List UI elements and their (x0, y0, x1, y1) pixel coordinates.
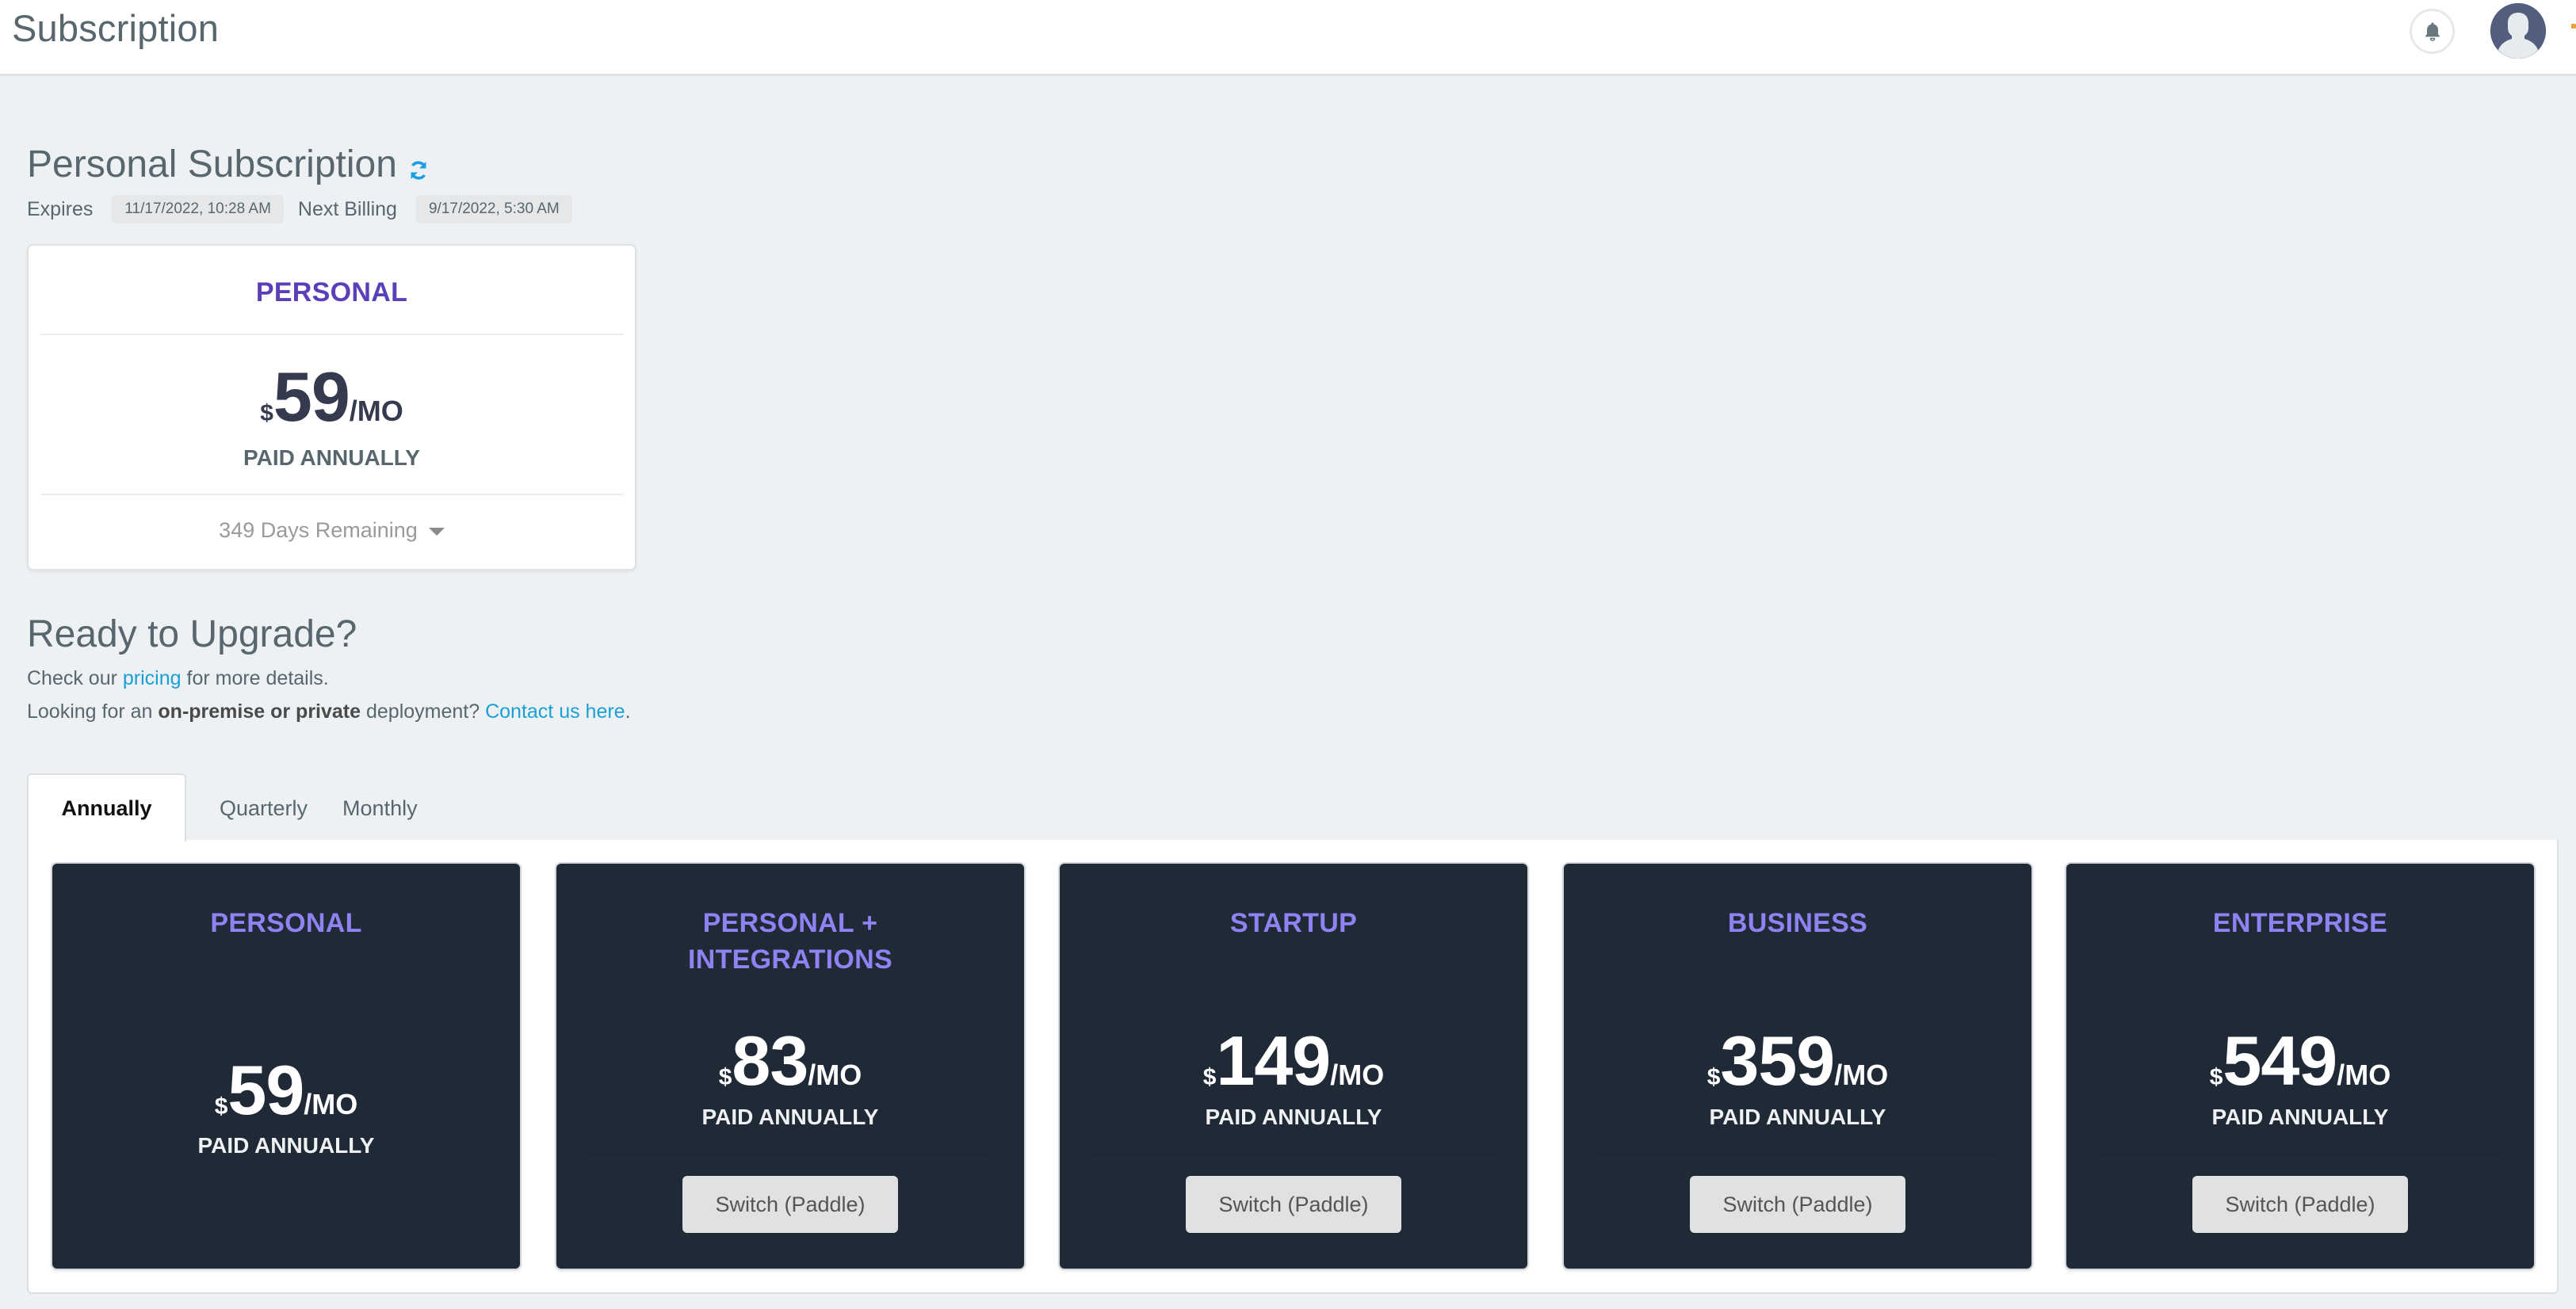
price-amount: 359 (1720, 1021, 1835, 1100)
plan-price: $59/MO (52, 1050, 520, 1131)
price-period-unit: /MO (1330, 1059, 1385, 1091)
plan-name: ENTERPRISE (2212, 908, 2388, 938)
plan-billing-period: PAID ANNUALLY (1709, 1105, 1886, 1129)
price-amount: 83 (732, 1021, 808, 1100)
current-plan-price: $59/MO (29, 357, 635, 437)
text: . (625, 700, 631, 723)
user-avatar-icon (2490, 3, 2546, 59)
plan-name: STARTUP (1229, 908, 1358, 938)
price-period-unit: /MO (2337, 1059, 2391, 1091)
plan-card-startup: STARTUP $149/MO PAID ANNUALLY Switch (Pa… (1058, 862, 1529, 1270)
price-period-unit: /MO (1834, 1059, 1889, 1091)
plan-card-business: BUSINESS $359/MO PAID ANNUALLY Switch (P… (1562, 862, 2033, 1270)
next-billing-label: Next Billing (297, 197, 397, 220)
price-amount: 59 (273, 357, 350, 436)
caret-down-icon (428, 527, 445, 536)
currency-symbol: $ (214, 1093, 228, 1120)
divider (1596, 1158, 2000, 1159)
switch-paddle-button[interactable]: Switch (Paddle) (682, 1176, 898, 1233)
subscription-title-text: Personal Subscription (27, 143, 397, 185)
user-menu-caret[interactable] (2571, 24, 2576, 29)
next-billing-badge: 9/17/2022, 5:30 AM (415, 195, 572, 223)
upgrade-title: Ready to Upgrade? (27, 613, 357, 655)
plan-billing-period: PAID ANNUALLY (701, 1105, 879, 1129)
plan-price: $149/MO (1060, 1021, 1527, 1101)
pricing-info-text: Check our pricing for more details. (27, 667, 329, 690)
plan-billing-period: PAID ANNUALLY (1205, 1105, 1382, 1129)
plan-name: BUSINESS (1727, 908, 1868, 938)
current-plan-card: PERSONAL $59/MO PAID ANNUALLY 349 Days R… (27, 244, 636, 571)
plan-price: $83/MO (556, 1021, 1024, 1101)
billing-period-tabs: Annually Quarterly Monthly (27, 773, 451, 842)
switch-paddle-button[interactable]: Switch (Paddle) (2192, 1176, 2408, 1233)
pricing-link[interactable]: pricing (123, 667, 182, 689)
bold-text: on-premise or private (158, 700, 361, 723)
page-title: Subscription (12, 7, 220, 49)
user-avatar[interactable] (2490, 3, 2546, 59)
switch-paddle-button[interactable]: Switch (Paddle) (1186, 1176, 1401, 1233)
currency-symbol: $ (718, 1064, 732, 1090)
current-plan-billing-period: PAID ANNUALLY (243, 445, 420, 470)
expires-badge: 11/17/2022, 10:28 AM (112, 195, 284, 223)
plan-price: $359/MO (1564, 1021, 2031, 1101)
top-bar: Subscription (0, 0, 2576, 76)
plan-card-personal-integrations: PERSONAL + INTEGRATIONS $83/MO PAID ANNU… (555, 862, 1026, 1270)
text: deployment? (361, 700, 486, 723)
notifications-button[interactable] (2410, 9, 2455, 54)
price-amount: 549 (2222, 1021, 2337, 1100)
text: for more details. (181, 667, 329, 689)
current-plan-name: PERSONAL (255, 277, 408, 307)
price-period-unit: /MO (808, 1059, 862, 1091)
divider (588, 1158, 992, 1159)
plan-card-enterprise: ENTERPRISE $549/MO PAID ANNUALLY Switch … (2065, 862, 2536, 1270)
plan-name: PERSONAL + INTEGRATIONS (688, 908, 892, 975)
currency-symbol: $ (2209, 1064, 2223, 1090)
days-remaining-text: 349 Days Remaining (219, 518, 418, 542)
currency-symbol: $ (1202, 1064, 1217, 1090)
plan-billing-period: PAID ANNUALLY (2211, 1105, 2389, 1129)
subscription-title: Personal Subscription (27, 143, 429, 186)
divider (2098, 1158, 2502, 1159)
contact-us-link[interactable]: Contact us here (485, 700, 625, 723)
expires-label: Expires (27, 197, 94, 220)
contact-info-text: Looking for an on-premise or private dep… (27, 700, 631, 723)
text: Check our (27, 667, 123, 689)
plan-card-personal: PERSONAL $59/MO PAID ANNUALLY (51, 862, 522, 1270)
days-remaining-toggle[interactable]: 349 Days Remaining (29, 518, 635, 543)
currency-symbol: $ (260, 400, 273, 426)
plan-billing-period: PAID ANNUALLY (197, 1133, 375, 1158)
price-amount: 59 (227, 1051, 304, 1129)
tab-monthly[interactable]: Monthly (341, 773, 451, 842)
plan-price: $549/MO (2066, 1021, 2534, 1101)
divider (1091, 1158, 1496, 1159)
divider (40, 494, 623, 495)
refresh-icon[interactable] (408, 159, 429, 181)
bell-icon (2424, 22, 2440, 41)
divider (40, 334, 623, 335)
price-period-unit: /MO (304, 1088, 358, 1120)
tab-quarterly[interactable]: Quarterly (186, 773, 341, 842)
price-period-unit: /MO (349, 395, 403, 427)
tab-annually[interactable]: Annually (27, 773, 186, 842)
currency-symbol: $ (1707, 1064, 1721, 1090)
switch-paddle-button[interactable]: Switch (Paddle) (1690, 1176, 1905, 1233)
plan-name: PERSONAL (210, 908, 362, 938)
subscription-meta: Expires 11/17/2022, 10:28 AM Next Billin… (27, 195, 587, 223)
text: Looking for an (27, 700, 159, 723)
price-amount: 149 (1216, 1021, 1331, 1100)
